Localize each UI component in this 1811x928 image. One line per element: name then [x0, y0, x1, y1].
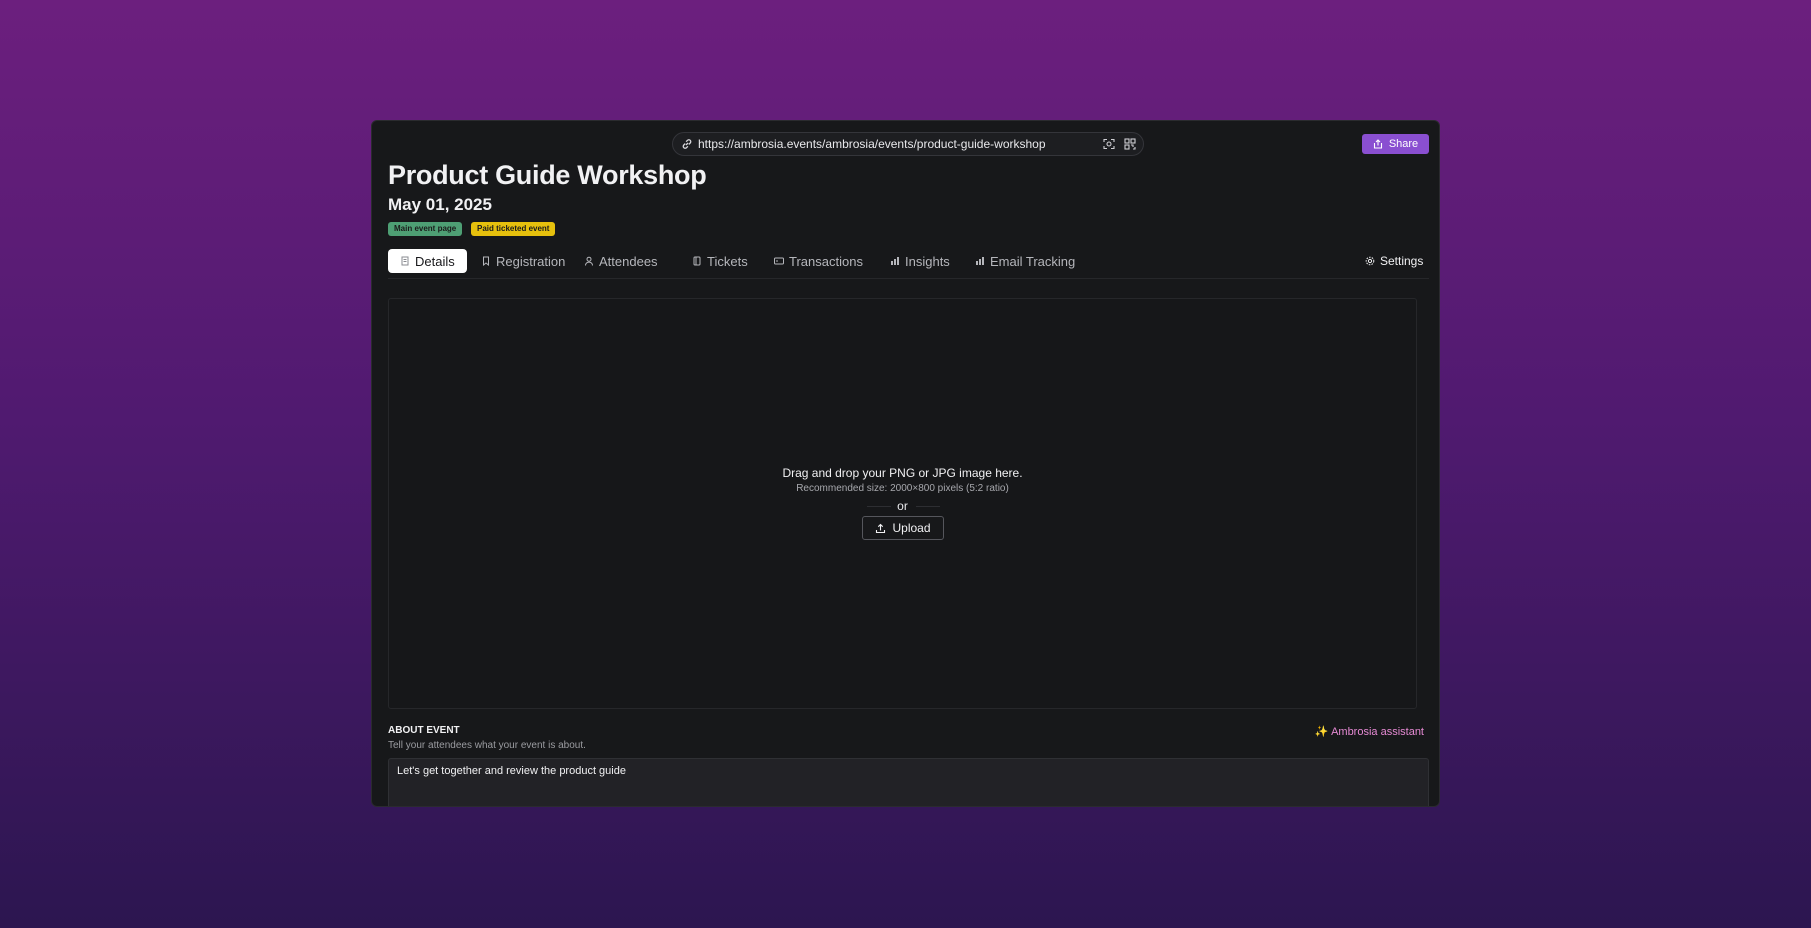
divider — [388, 278, 1429, 279]
event-date: May 01, 2025 — [388, 195, 492, 214]
share-icon — [1373, 139, 1382, 149]
bar-chart-icon — [891, 257, 899, 265]
about-event-hint: Tell your attendees what your event is a… — [388, 740, 586, 751]
url-bar[interactable]: https://ambrosia.events/ambrosia/events/… — [672, 132, 1144, 156]
person-icon — [585, 256, 593, 266]
about-event-textarea[interactable]: Let's get together and review the produc… — [388, 758, 1429, 806]
tab-tickets[interactable]: Tickets — [692, 249, 748, 273]
tab-attendees[interactable]: Attendees — [584, 249, 658, 273]
tab-label: Email Tracking — [990, 253, 1076, 269]
tab-details[interactable]: Details — [388, 249, 467, 273]
tab-email-tracking[interactable]: Email Tracking — [975, 249, 1075, 273]
card-icon — [774, 257, 784, 265]
image-dropzone[interactable]: Drag and drop your PNG or JPG image here… — [388, 298, 1417, 709]
about-event-heading: ABOUT EVENT — [388, 725, 460, 736]
url-text: https://ambrosia.events/ambrosia/events/… — [698, 137, 1046, 151]
status-badge-paid-event: Paid ticketed event — [471, 222, 556, 236]
bar-chart-icon — [976, 257, 984, 265]
tab-label: Attendees — [599, 253, 658, 269]
tab-registration[interactable]: Registration — [481, 249, 565, 273]
upload-button[interactable]: Upload — [862, 516, 944, 540]
tab-label: Transactions — [789, 253, 863, 269]
or-separator: or — [897, 499, 908, 513]
status-badge-main-event: Main event page — [388, 222, 463, 236]
ticket-icon — [693, 256, 701, 266]
dropzone-instruction: Drag and drop your PNG or JPG image here… — [782, 466, 1023, 480]
document-icon — [401, 256, 409, 266]
tab-label: Tickets — [707, 253, 748, 269]
link-icon — [682, 139, 692, 149]
divider — [916, 506, 940, 507]
share-label: Share — [1388, 138, 1419, 150]
screenshot-icon[interactable] — [1103, 138, 1115, 150]
gear-icon — [1365, 256, 1375, 266]
tab-transactions[interactable]: Transactions — [774, 249, 863, 273]
tab-label: Details — [415, 253, 455, 269]
ambrosia-assistant-link[interactable]: ✨ Ambrosia assistant — [1315, 725, 1424, 738]
tab-insights[interactable]: Insights — [890, 249, 950, 273]
dropzone-size-hint: Recommended size: 2000×800 pixels (5:2 r… — [796, 483, 1009, 494]
settings-button[interactable]: Settings — [1365, 249, 1423, 273]
page-title: Product Guide Workshop — [388, 160, 707, 190]
share-button[interactable]: Share — [1362, 134, 1429, 154]
upload-icon — [876, 523, 886, 533]
settings-label: Settings — [1380, 254, 1424, 268]
tab-label: Registration — [496, 253, 566, 269]
app-window: https://ambrosia.events/ambrosia/events/… — [371, 120, 1440, 807]
tab-label: Insights — [905, 253, 950, 269]
upload-label: Upload — [892, 521, 931, 535]
bookmark-icon — [483, 256, 489, 266]
qr-code-icon[interactable] — [1124, 138, 1136, 150]
